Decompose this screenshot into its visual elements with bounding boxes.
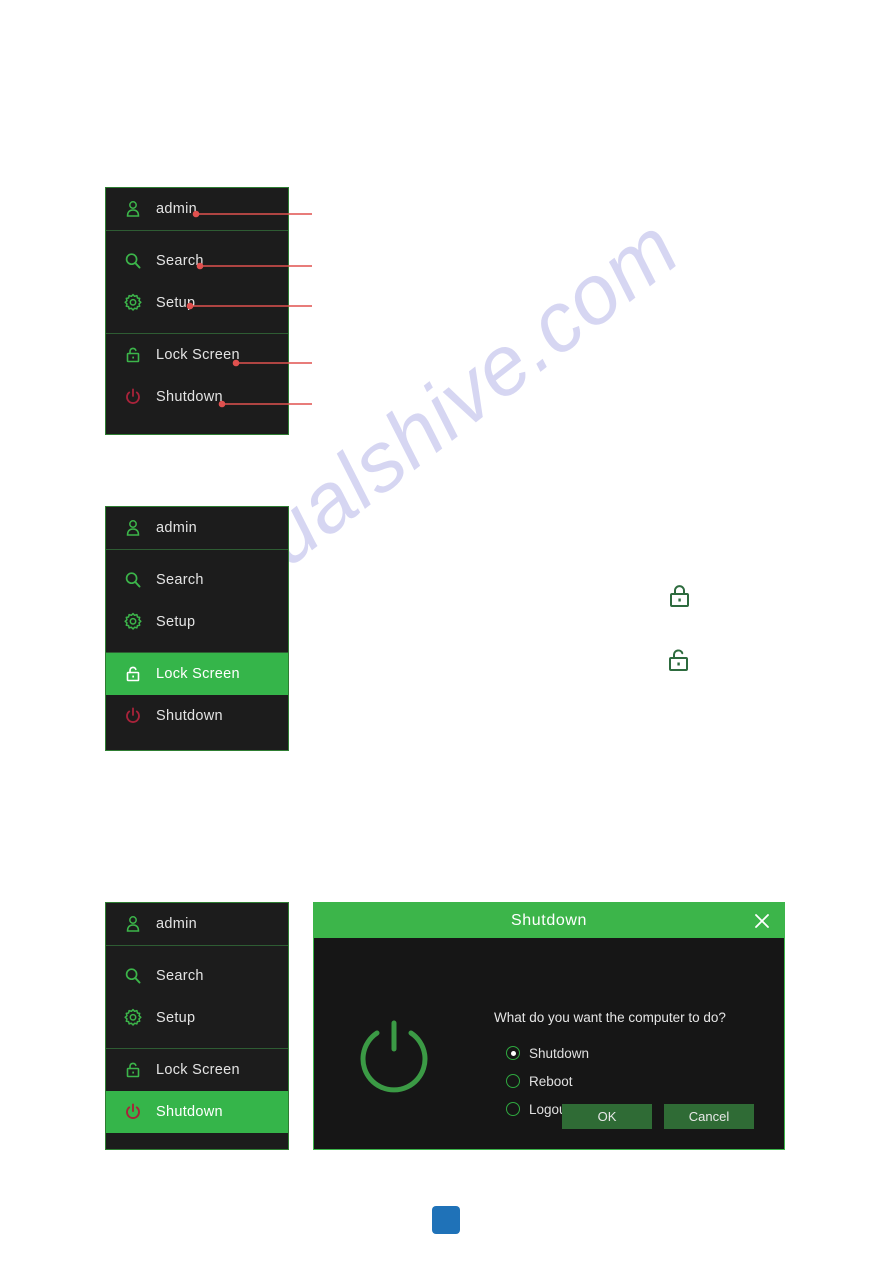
user-icon <box>122 913 144 935</box>
menu-item-label: Search <box>156 968 204 984</box>
menu-item-lock-screen[interactable]: Lock Screen <box>106 334 288 376</box>
menu-item-setup[interactable]: Setup <box>106 601 288 643</box>
radio-label: Shutdown <box>529 1045 590 1061</box>
nvr-menu-panel-shutdown-selected: admin Search Setup Lock Screen Shutdown <box>105 902 289 1150</box>
menu-item-label: admin <box>156 520 197 536</box>
close-icon[interactable] <box>750 909 774 933</box>
menu-item-admin[interactable]: admin <box>106 903 288 945</box>
radio-label: Reboot <box>529 1073 573 1089</box>
dialog-title: Shutdown <box>511 911 587 929</box>
menu-item-lock-screen[interactable]: Lock Screen <box>106 653 288 695</box>
menu-spacer <box>106 1039 288 1048</box>
menu-spacer <box>106 946 288 955</box>
power-icon <box>122 1101 144 1123</box>
gear-icon <box>122 1007 144 1029</box>
menu-item-label: admin <box>156 201 197 217</box>
menu-item-setup[interactable]: Setup <box>106 997 288 1039</box>
radio-mark-icon <box>506 1102 520 1116</box>
menu-item-admin[interactable]: admin <box>106 507 288 549</box>
menu-item-label: Setup <box>156 1010 196 1026</box>
shutdown-dialog: Shutdown What do you want the computer t… <box>313 902 785 1150</box>
menu-item-label: Lock Screen <box>156 666 240 682</box>
menu-item-label: Shutdown <box>156 389 223 405</box>
menu-bottom-pad <box>106 737 288 746</box>
user-icon <box>122 517 144 539</box>
power-icon <box>122 386 144 408</box>
menu-item-shutdown[interactable]: Shutdown <box>106 376 288 418</box>
menu-item-lock-screen[interactable]: Lock Screen <box>106 1049 288 1091</box>
radio-option-reboot[interactable]: Reboot <box>506 1067 774 1095</box>
radio-option-shutdown[interactable]: Shutdown <box>506 1039 774 1067</box>
cancel-button[interactable]: Cancel <box>664 1104 754 1129</box>
dialog-body: What do you want the computer to do? Shu… <box>314 938 784 1149</box>
menu-item-admin[interactable]: admin <box>106 188 288 230</box>
radio-mark-icon <box>506 1046 520 1060</box>
menu-item-label: Shutdown <box>156 1104 223 1120</box>
menu-item-label: Setup <box>156 295 196 311</box>
radio-mark-icon <box>506 1074 520 1088</box>
search-icon <box>122 250 144 272</box>
unlock-icon <box>122 663 144 685</box>
menu-item-label: Search <box>156 572 204 588</box>
nvr-menu-panel-annotated: admin Search Setup Lock Screen Shutdown <box>105 187 289 435</box>
dialog-titlebar: Shutdown <box>314 903 784 938</box>
ok-button[interactable]: OK <box>562 1104 652 1129</box>
menu-item-label: Lock Screen <box>156 1062 240 1078</box>
unlock-icon <box>122 344 144 366</box>
menu-bottom-pad <box>106 418 288 427</box>
search-icon <box>122 569 144 591</box>
menu-item-label: Search <box>156 253 204 269</box>
menu-item-shutdown[interactable]: Shutdown <box>106 1091 288 1133</box>
menu-item-search[interactable]: Search <box>106 955 288 997</box>
menu-item-setup[interactable]: Setup <box>106 282 288 324</box>
gear-icon <box>122 611 144 633</box>
menu-item-shutdown[interactable]: Shutdown <box>106 695 288 737</box>
menu-spacer <box>106 550 288 559</box>
menu-item-search[interactable]: Search <box>106 559 288 601</box>
menu-item-search[interactable]: Search <box>106 240 288 282</box>
menu-spacer <box>106 231 288 240</box>
locked-padlock-icon <box>667 583 692 615</box>
power-icon <box>122 705 144 727</box>
menu-item-label: Setup <box>156 614 196 630</box>
menu-spacer <box>106 643 288 652</box>
dialog-button-bar: OK Cancel <box>562 1104 754 1129</box>
gear-icon <box>122 292 144 314</box>
dialog-question: What do you want the computer to do? <box>494 1010 726 1025</box>
power-illustration-icon <box>351 1016 437 1107</box>
menu-item-label: admin <box>156 916 197 932</box>
unlock-icon <box>122 1059 144 1081</box>
menu-item-label: Lock Screen <box>156 347 240 363</box>
search-icon <box>122 965 144 987</box>
unlocked-padlock-icon <box>665 647 692 679</box>
user-icon <box>122 198 144 220</box>
blue-square-marker <box>432 1206 460 1234</box>
menu-spacer <box>106 324 288 333</box>
nvr-menu-panel-lock-selected: admin Search Setup Lock Screen Shutdown <box>105 506 289 751</box>
menu-item-label: Shutdown <box>156 708 223 724</box>
menu-bottom-pad <box>106 1133 288 1142</box>
